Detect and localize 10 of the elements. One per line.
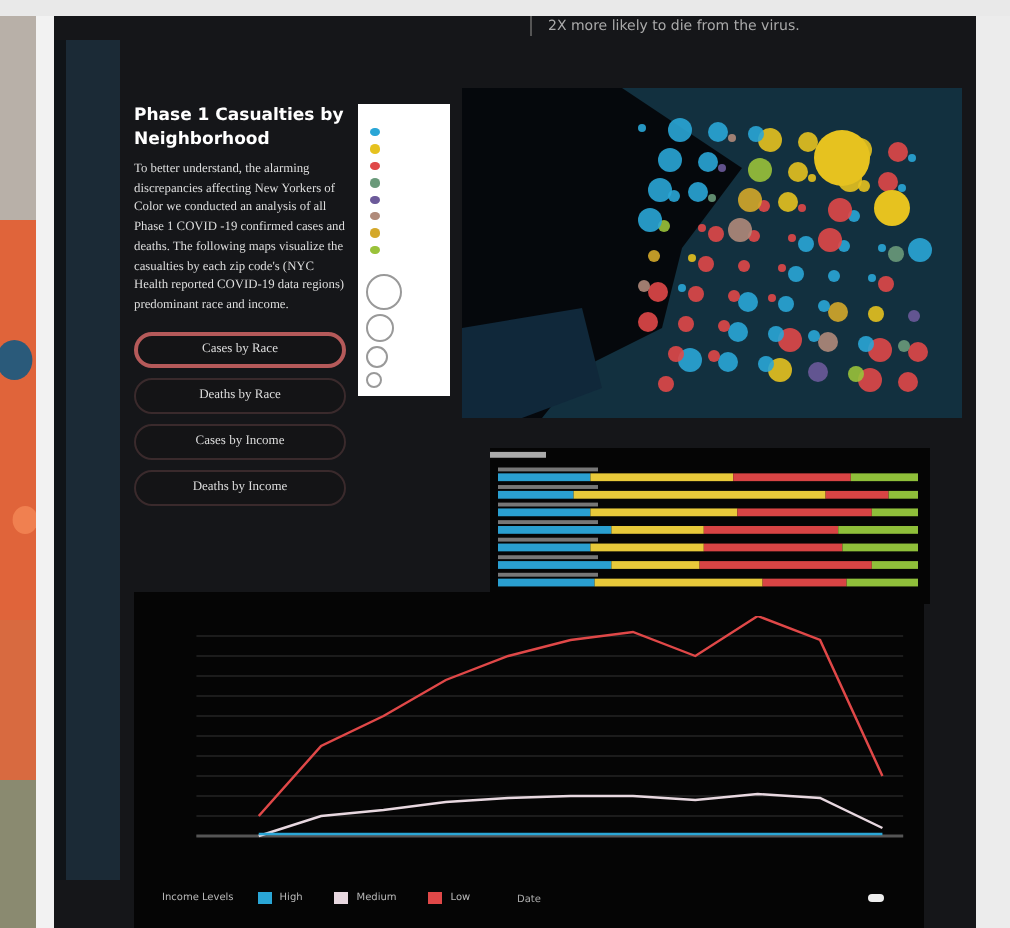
section-title: Phase 1 Casualties by Neighborhood bbox=[134, 104, 346, 152]
blurred-label bbox=[490, 451, 546, 458]
blurred-label bbox=[498, 502, 598, 507]
blurred-label bbox=[498, 467, 598, 472]
blurred-label bbox=[498, 537, 598, 542]
size-legend-icon bbox=[366, 274, 402, 388]
blurred-label bbox=[498, 555, 598, 560]
toggle-icon[interactable] bbox=[868, 894, 884, 902]
blurred-label bbox=[498, 520, 598, 525]
blurred-label bbox=[498, 572, 598, 577]
